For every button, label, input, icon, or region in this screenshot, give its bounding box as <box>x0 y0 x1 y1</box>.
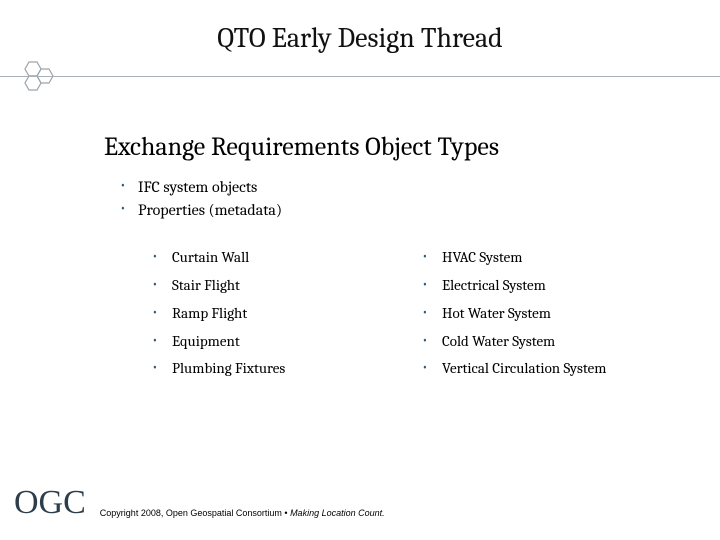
list-item: Equipment <box>150 328 420 356</box>
header: QTO Early Design Thread <box>0 0 720 98</box>
hexagon-icon <box>16 60 62 98</box>
list-item: HVAC System <box>420 244 720 272</box>
copyright-text: Copyright 2008, Open Geospatial Consorti… <box>100 508 290 518</box>
subtitle: Exchange Requirements Object Types <box>104 132 720 162</box>
list-item: Vertical Circulation System <box>420 355 720 383</box>
column-right: HVAC System Electrical System Hot Water … <box>420 244 720 383</box>
list-item: Properties (metadata) <box>120 199 720 222</box>
slide-title: QTO Early Design Thread <box>0 22 720 54</box>
list-item: Curtain Wall <box>150 244 420 272</box>
slide: QTO Early Design Thread Exchange Require… <box>0 0 720 540</box>
list-item: Ramp Flight <box>150 300 420 328</box>
list-item: Hot Water System <box>420 300 720 328</box>
list-item: Plumbing Fixtures <box>150 355 420 383</box>
columns: Curtain Wall Stair Flight Ramp Flight Eq… <box>150 244 720 383</box>
footer: OGC Copyright 2008, Open Geospatial Cons… <box>0 484 720 522</box>
intro-list: IFC system objects Properties (metadata) <box>120 176 720 222</box>
divider-wrap <box>0 68 720 98</box>
list-item: Electrical System <box>420 272 720 300</box>
list-item: Stair Flight <box>150 272 420 300</box>
copyright-tagline: Making Location Count. <box>290 508 385 518</box>
column-left: Curtain Wall Stair Flight Ramp Flight Eq… <box>150 244 420 383</box>
logo: OGC <box>14 484 86 522</box>
list-item: Cold Water System <box>420 328 720 356</box>
list-item: IFC system objects <box>120 176 720 199</box>
divider-line <box>0 76 720 77</box>
copyright: Copyright 2008, Open Geospatial Consorti… <box>100 508 385 518</box>
